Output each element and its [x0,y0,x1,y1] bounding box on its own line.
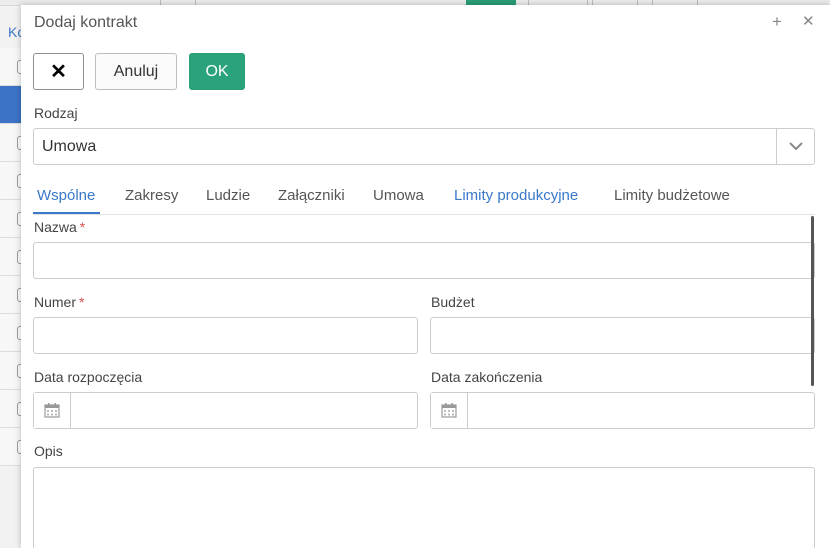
plus-icon[interactable]: + [772,13,782,30]
tab-limity-budzetowe[interactable]: Limity budżetowe [614,187,730,204]
budget-input[interactable] [430,317,815,354]
name-label-text: Nazwa [34,219,77,235]
tab-bar: Wspólne Zakresy Ludzie Załączniki Umowa … [33,187,815,215]
form-scrollbar[interactable] [811,216,815,386]
start-date-field[interactable] [33,392,418,429]
tab-zakresy[interactable]: Zakresy [125,187,178,204]
close-button[interactable]: ✕ [33,53,84,90]
type-select[interactable]: Umowa [33,128,815,165]
calendar-icon[interactable] [34,393,71,428]
number-input[interactable] [33,317,418,354]
tab-ludzie[interactable]: Ludzie [206,187,250,204]
add-contract-dialog: Dodaj kontrakt + ✕ ✕ Anuluj OK Rodzaj Um… [21,5,830,548]
tab-umowa[interactable]: Umowa [373,187,424,204]
dialog-title: Dodaj kontrakt [34,14,138,31]
type-label: Rodzaj [34,105,78,121]
close-icon[interactable]: ✕ [802,14,815,29]
ok-button[interactable]: OK [189,53,245,90]
cancel-button[interactable]: Anuluj [95,53,177,90]
budget-label: Budżet [431,294,475,310]
description-label: Opis [34,443,63,459]
required-marker: * [79,219,86,235]
tab-wspolne[interactable]: Wspólne [37,187,95,204]
end-date-label: Data zakończenia [431,369,543,385]
description-textarea[interactable] [33,467,815,548]
dialog-header: Dodaj kontrakt + ✕ [21,5,830,43]
required-marker: * [79,294,85,310]
tabs-divider [33,214,815,215]
tab-limity-produkcyjne[interactable]: Limity produkcyjne [454,187,578,204]
end-date-field[interactable] [430,392,815,429]
number-label-text: Numer [34,294,77,310]
chevron-down-icon[interactable] [776,129,814,164]
name-label: Nazwa * [34,219,85,235]
calendar-icon[interactable] [431,393,468,428]
type-select-value: Umowa [42,138,97,155]
start-date-label: Data rozpoczęcia [34,369,143,385]
name-input[interactable] [33,242,815,279]
number-label: Numer * [34,294,84,310]
tab-zalaczniki[interactable]: Załączniki [278,187,345,204]
scrollbar-thumb[interactable] [811,216,814,386]
